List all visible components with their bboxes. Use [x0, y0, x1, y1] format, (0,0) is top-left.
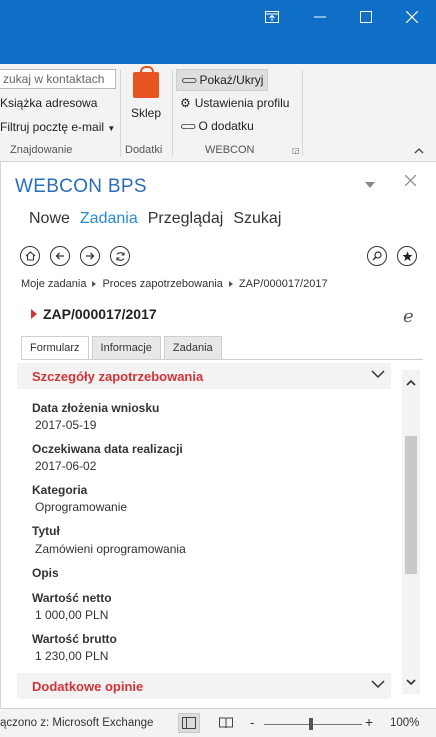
field-label: Kategoria: [32, 483, 88, 497]
document-title-text: ZAP/000017/2017: [43, 306, 157, 322]
window-titlebar: [0, 0, 436, 64]
pane-nav: Nowe Zadania Przeglądaj Szukaj: [29, 210, 281, 228]
pane-menu-icon[interactable]: [365, 176, 375, 191]
zoom-in-button[interactable]: +: [365, 714, 373, 730]
field-value: 2017-06-02: [35, 459, 97, 473]
home-icon[interactable]: [20, 246, 40, 266]
field-value: Zamówieni oprogramowania: [35, 542, 186, 556]
field-label: Data złożenia wniosku: [32, 401, 160, 415]
dock-icon[interactable]: [260, 6, 284, 28]
show-hide-label: Pokaż/Ukryj: [199, 73, 264, 87]
about-button[interactable]: ⊂⊃ O dodatku: [176, 115, 258, 137]
normal-view-icon[interactable]: [178, 713, 200, 733]
tab-info[interactable]: Informacje: [91, 336, 161, 360]
minimize-icon[interactable]: [308, 6, 332, 28]
edge-browser-icon[interactable]: e: [403, 306, 414, 327]
show-hide-button[interactable]: ⊂⊃ Pokaż/Ukryj: [176, 69, 269, 91]
filter-email-button[interactable]: Filtruj pocztę e-mail ▼: [0, 120, 115, 134]
refresh-icon[interactable]: [110, 246, 130, 266]
close-icon[interactable]: [400, 6, 424, 28]
zoom-slider-thumb[interactable]: [309, 718, 313, 730]
form-scrollbar[interactable]: [402, 370, 420, 694]
zoom-level[interactable]: 100%: [390, 717, 419, 729]
gear-icon: ⚙: [180, 96, 191, 110]
scroll-down-icon[interactable]: [405, 676, 417, 688]
nav-browse[interactable]: Przeglądaj: [148, 210, 224, 228]
connection-status: ączono z: Microsoft Exchange: [0, 717, 154, 729]
link-icon: ⊂⊃: [181, 74, 198, 87]
breadcrumb-item[interactable]: ZAP/000017/2017: [239, 278, 328, 290]
breadcrumb-arrow-icon: [92, 281, 97, 287]
store-label: Sklep: [130, 106, 162, 120]
address-book-button[interactable]: Książka adresowa: [0, 96, 97, 110]
collapse-ribbon-icon[interactable]: [414, 144, 424, 158]
dropdown-arrow-icon: ▼: [107, 124, 116, 133]
dialog-launcher-icon[interactable]: ◲: [292, 146, 300, 155]
search-icon[interactable]: [367, 246, 387, 266]
group-separator: [302, 70, 303, 156]
field-label: Tytuł: [32, 524, 60, 538]
section-header-opinions[interactable]: Dodatkowe opinie: [17, 673, 391, 699]
store-button[interactable]: Sklep: [126, 66, 166, 120]
about-label: O dodatku: [198, 119, 254, 133]
scrollbar-thumb[interactable]: [405, 436, 417, 574]
group-label-addins: Dodatki: [125, 144, 163, 156]
webcon-pane: WEBCON BPS Nowe Zadania Przeglądaj Szuka…: [0, 162, 436, 708]
profile-settings-label: Ustawienia profilu: [194, 96, 290, 110]
breadcrumb-item[interactable]: Moje zadania: [21, 278, 86, 290]
group-separator: [120, 70, 121, 156]
zoom-slider[interactable]: [264, 724, 362, 725]
field-value: 1 230,00 PLN: [35, 649, 109, 663]
scroll-up-icon[interactable]: [405, 377, 417, 389]
link-icon: ⊂⊃: [180, 120, 197, 133]
section-title: Dodatkowe opinie: [32, 678, 144, 694]
group-label-webcon: WEBCON: [205, 144, 255, 156]
section-title: Szczegóły zapotrzebowania: [32, 368, 204, 384]
nav-search[interactable]: Szukaj: [233, 210, 281, 228]
pane-title: WEBCON BPS: [15, 176, 147, 197]
field-label: Wartość netto: [32, 591, 112, 605]
back-icon[interactable]: [50, 246, 70, 266]
form-tabs: Formularz Informacje Zadania: [21, 336, 222, 360]
pane-close-icon[interactable]: [404, 174, 417, 189]
field-value: 1 000,00 PLN: [35, 608, 109, 622]
breadcrumb: Moje zadania Proces zapotrzebowania ZAP/…: [21, 278, 328, 290]
expand-arrow-icon[interactable]: [31, 309, 37, 319]
ribbon: zukaj w kontaktach Książka adresowa Filt…: [0, 64, 436, 162]
tab-tasks[interactable]: Zadania: [163, 336, 222, 360]
forward-icon[interactable]: [80, 246, 100, 266]
field-value: 2017-05-19: [35, 418, 97, 432]
store-bag-icon: [133, 66, 159, 98]
section-header-details[interactable]: Szczegóły zapotrzebowania: [17, 363, 391, 389]
nav-new[interactable]: Nowe: [29, 210, 70, 228]
chevron-down-icon[interactable]: [371, 677, 385, 692]
profile-settings-button[interactable]: ⚙ Ustawienia profilu: [176, 92, 293, 114]
reading-view-icon[interactable]: [215, 713, 237, 733]
document-title: ZAP/000017/2017: [31, 306, 157, 322]
group-separator: [172, 70, 173, 156]
field-label: Wartość brutto: [32, 632, 117, 646]
zoom-out-button[interactable]: -: [250, 715, 254, 730]
group-label-find: Znajdowanie: [10, 144, 73, 156]
filter-email-label: Filtruj pocztę e-mail: [0, 120, 105, 134]
breadcrumb-arrow-icon: [228, 281, 233, 287]
chevron-down-icon[interactable]: [371, 367, 385, 382]
tabs-divider: [21, 359, 423, 360]
maximize-icon[interactable]: [354, 6, 378, 28]
nav-tasks[interactable]: Zadania: [80, 210, 138, 228]
field-value: Oprogramowanie: [35, 500, 128, 514]
favorite-star-icon[interactable]: [397, 246, 417, 266]
tab-form[interactable]: Formularz: [21, 336, 89, 360]
field-label: Oczekiwana data realizacji: [32, 442, 183, 456]
field-label: Opis: [32, 566, 59, 580]
status-bar: ączono z: Microsoft Exchange - + 100%: [0, 708, 436, 737]
search-contacts-input[interactable]: zukaj w kontaktach: [0, 69, 116, 89]
breadcrumb-item[interactable]: Proces zapotrzebowania: [102, 278, 222, 290]
